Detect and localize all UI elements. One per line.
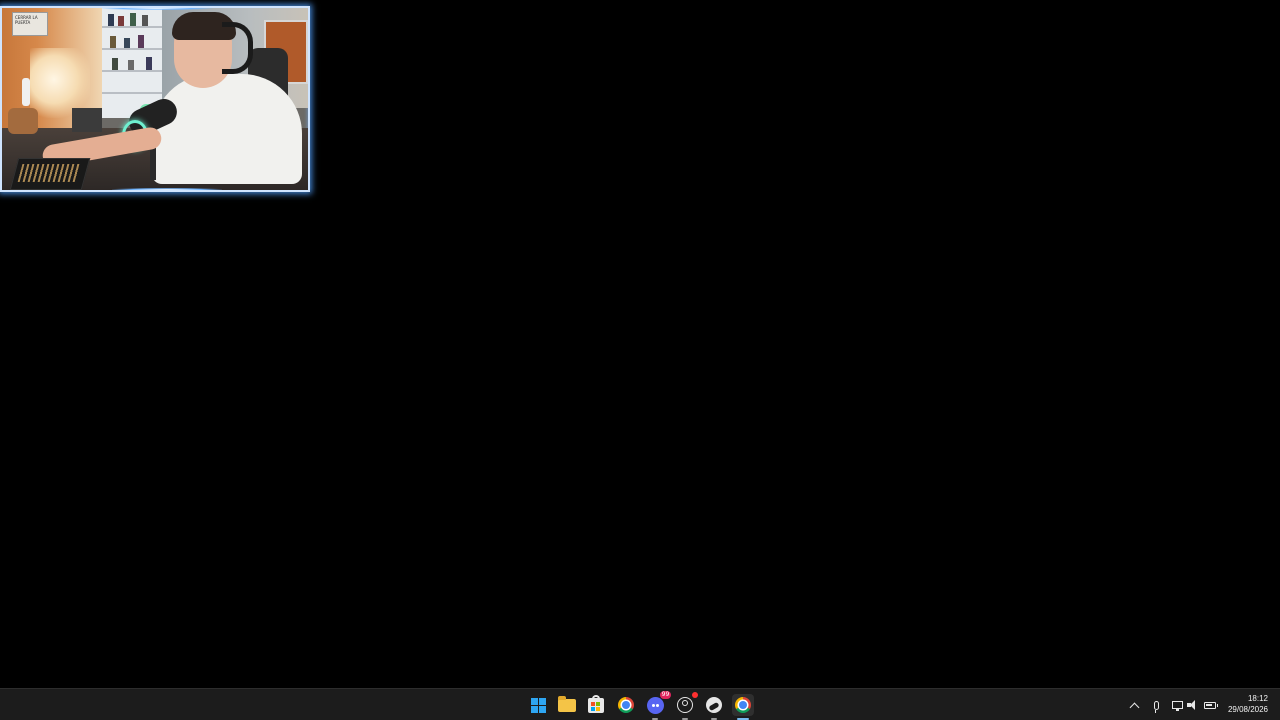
shelf-item <box>118 16 124 26</box>
steam-icon <box>706 697 722 713</box>
shelf-row <box>102 26 162 28</box>
taskbar-chrome-active[interactable] <box>732 694 754 720</box>
microphone-icon <box>1153 700 1159 713</box>
webcam-scene-keyboard-backlight <box>17 164 81 182</box>
store-icon <box>588 694 604 713</box>
clock-date: 29/08/2026 <box>1227 705 1268 714</box>
obs-icon <box>677 697 693 713</box>
chrome-icon <box>618 697 634 713</box>
taskbar-microsoft-store[interactable] <box>585 694 607 716</box>
shelf-item <box>128 60 134 70</box>
clock-time: 18:12 <box>1247 694 1268 703</box>
discord-icon <box>646 696 664 714</box>
webcam-border-glow <box>112 188 222 190</box>
webcam-poster-text: CERRAR LA PUERTA <box>15 15 38 25</box>
desktop: CERRAR LA PUERTA <box>0 0 1280 688</box>
shelf-item <box>138 35 144 48</box>
shelf-item <box>124 38 130 48</box>
webcam-scene-poster: CERRAR LA PUERTA <box>12 12 48 36</box>
taskbar-chrome[interactable] <box>615 694 637 716</box>
obs-recording-dot <box>692 692 698 698</box>
shelf-item <box>110 36 116 48</box>
speaker-icon <box>1187 700 1199 710</box>
taskbar: 99 18:12 29/08/2026 <box>0 688 1280 720</box>
shelf-item <box>112 58 118 70</box>
display-icon <box>1171 701 1183 711</box>
tray-network[interactable] <box>1169 697 1185 713</box>
show-hidden-icons-button[interactable] <box>1126 697 1142 713</box>
tray-volume[interactable] <box>1185 697 1201 713</box>
folder-icon <box>558 695 576 712</box>
chrome-icon <box>735 697 751 713</box>
tray-microphone[interactable] <box>1148 697 1164 713</box>
webcam-scene-bottle <box>22 78 30 106</box>
taskbar-steam[interactable] <box>703 694 725 720</box>
tray-battery[interactable] <box>1202 697 1218 713</box>
shelf-row <box>102 92 162 94</box>
shelf-item <box>108 14 114 26</box>
webcam-scene-headphones <box>222 22 253 74</box>
taskbar-obs[interactable] <box>674 692 698 720</box>
shelf-item <box>142 15 148 26</box>
taskbar-clock[interactable]: 18:12 29/08/2026 <box>1218 693 1268 715</box>
windows-start-icon <box>530 697 546 713</box>
webcam-scene-clutter <box>72 108 102 132</box>
start-button[interactable] <box>527 694 549 716</box>
webcam-border-glow <box>102 8 212 10</box>
shelf-row <box>102 48 162 50</box>
taskbar-discord[interactable]: 99 <box>644 691 671 720</box>
webcam-scene-person-body <box>152 74 302 184</box>
taskbar-file-explorer[interactable] <box>556 694 578 716</box>
discord-notification-badge: 99 <box>660 691 671 699</box>
shelf-row <box>102 70 162 72</box>
chevron-up-icon <box>1129 702 1139 712</box>
webcam-scene-clutter <box>8 108 38 134</box>
shelf-item <box>146 57 152 70</box>
battery-icon <box>1204 701 1218 709</box>
shelf-item <box>130 13 136 26</box>
webcam-overlay: CERRAR LA PUERTA <box>0 6 310 192</box>
